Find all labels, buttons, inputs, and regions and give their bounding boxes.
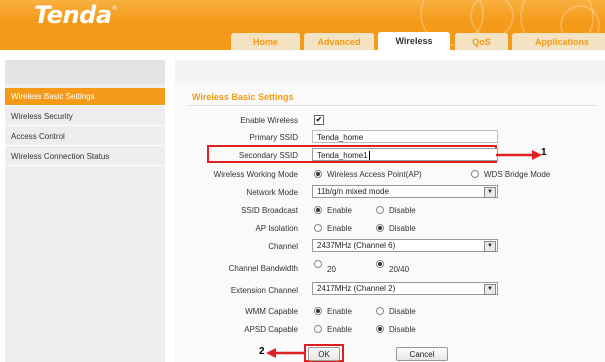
tab-applications[interactable]: Applications xyxy=(512,33,605,50)
text-cursor xyxy=(368,151,370,161)
bandwidth-20-40-option[interactable]: 20/40 xyxy=(376,260,409,274)
tab-home[interactable]: Home xyxy=(231,33,300,50)
annotation-label-2: 2 xyxy=(259,346,265,357)
chevron-down-icon[interactable]: ▼ xyxy=(484,284,496,295)
sidebar-header-strip xyxy=(5,60,165,84)
title-divider xyxy=(188,105,598,106)
annotation-arrow-2 xyxy=(266,348,304,358)
network-mode-select[interactable]: 11b/g/n mixed mode ▼ xyxy=(312,185,498,198)
working-mode-wds-option[interactable]: WDS Bridge Mode xyxy=(471,169,550,179)
extension-channel-label: Extension Channel xyxy=(230,286,298,295)
wmm-enable-option[interactable]: Enable xyxy=(314,306,352,316)
bandwidth-20-radio[interactable] xyxy=(314,260,322,268)
sidebar-item-wireless-basic-settings[interactable]: Wireless Basic Settings xyxy=(5,88,165,106)
channel-select[interactable]: 2437MHz (Channel 6) ▼ xyxy=(312,239,498,252)
tab-qos[interactable]: QoS xyxy=(455,33,508,50)
channel-bandwidth-label: Channel Bandwidth xyxy=(228,264,298,273)
sidebar: Wireless Basic Settings Wireless Securit… xyxy=(5,60,165,362)
ap-isolation-enable-radio[interactable] xyxy=(314,224,322,232)
wmm-disable-radio[interactable] xyxy=(376,307,384,315)
tab-advanced[interactable]: Advanced xyxy=(304,33,374,50)
channel-label: Channel xyxy=(268,242,298,251)
working-mode-wds-radio[interactable] xyxy=(471,170,479,178)
page-title: Wireless Basic Settings xyxy=(192,92,294,102)
tenda-logo: Tenda® xyxy=(34,1,118,29)
ssid-broadcast-disable-option[interactable]: Disable xyxy=(376,205,416,215)
working-mode-ap-radio[interactable] xyxy=(314,170,322,178)
annotation-arrow-1 xyxy=(496,150,542,160)
secondary-ssid-label: Secondary SSID xyxy=(238,151,298,160)
ok-button[interactable]: OK xyxy=(308,347,340,361)
apsd-enable-option[interactable]: Enable xyxy=(314,324,352,334)
bandwidth-20-40-radio[interactable] xyxy=(376,260,384,268)
top-banner: Tenda® Home Advanced Wireless QoS Applic… xyxy=(0,0,605,50)
sidebar-item-access-control[interactable]: Access Control xyxy=(5,128,165,146)
tab-wireless[interactable]: Wireless xyxy=(378,32,450,50)
sidebar-item-wireless-connection-status[interactable]: Wireless Connection Status xyxy=(5,148,165,166)
apsd-disable-option[interactable]: Disable xyxy=(376,324,416,334)
ap-isolation-disable-radio[interactable] xyxy=(376,224,384,232)
ap-isolation-label: AP Isolation xyxy=(255,224,298,233)
ssid-broadcast-disable-radio[interactable] xyxy=(376,206,384,214)
enable-wireless-label: Enable Wireless xyxy=(240,116,298,125)
annotation-label-1: 1 xyxy=(541,147,547,158)
apsd-disable-radio[interactable] xyxy=(376,325,384,333)
working-mode-label: Wireless Working Mode xyxy=(213,170,298,179)
wmm-capable-label: WMM Capable xyxy=(245,307,298,316)
ap-isolation-enable-option[interactable]: Enable xyxy=(314,223,352,233)
ssid-broadcast-enable-radio[interactable] xyxy=(314,206,322,214)
ssid-broadcast-enable-option[interactable]: Enable xyxy=(314,205,352,215)
cancel-button[interactable]: Cancel xyxy=(396,347,448,361)
primary-ssid-input[interactable]: Tenda_home xyxy=(312,130,498,143)
content-header-strip xyxy=(175,60,605,84)
apsd-enable-radio[interactable] xyxy=(314,325,322,333)
chevron-down-icon[interactable]: ▼ xyxy=(484,241,496,252)
wmm-enable-radio[interactable] xyxy=(314,307,322,315)
network-mode-label: Network Mode xyxy=(246,188,298,197)
secondary-ssid-input[interactable]: Tenda_home1 xyxy=(312,148,498,161)
chevron-down-icon[interactable]: ▼ xyxy=(484,187,496,198)
ssid-broadcast-label: SSID Broadcast xyxy=(241,206,298,215)
primary-ssid-label: Primary SSID xyxy=(249,133,298,142)
sidebar-item-wireless-security[interactable]: Wireless Security xyxy=(5,108,165,126)
extension-channel-select[interactable]: 2417MHz (Channel 2) ▼ xyxy=(312,282,498,295)
enable-wireless-checkbox[interactable]: ✔ xyxy=(314,115,324,125)
ap-isolation-disable-option[interactable]: Disable xyxy=(376,223,416,233)
bandwidth-20-option[interactable]: 20 xyxy=(314,260,336,274)
working-mode-ap-option[interactable]: Wireless Access Point(AP) xyxy=(314,169,422,179)
apsd-capable-label: APSD Capable xyxy=(244,325,298,334)
wmm-disable-option[interactable]: Disable xyxy=(376,306,416,316)
